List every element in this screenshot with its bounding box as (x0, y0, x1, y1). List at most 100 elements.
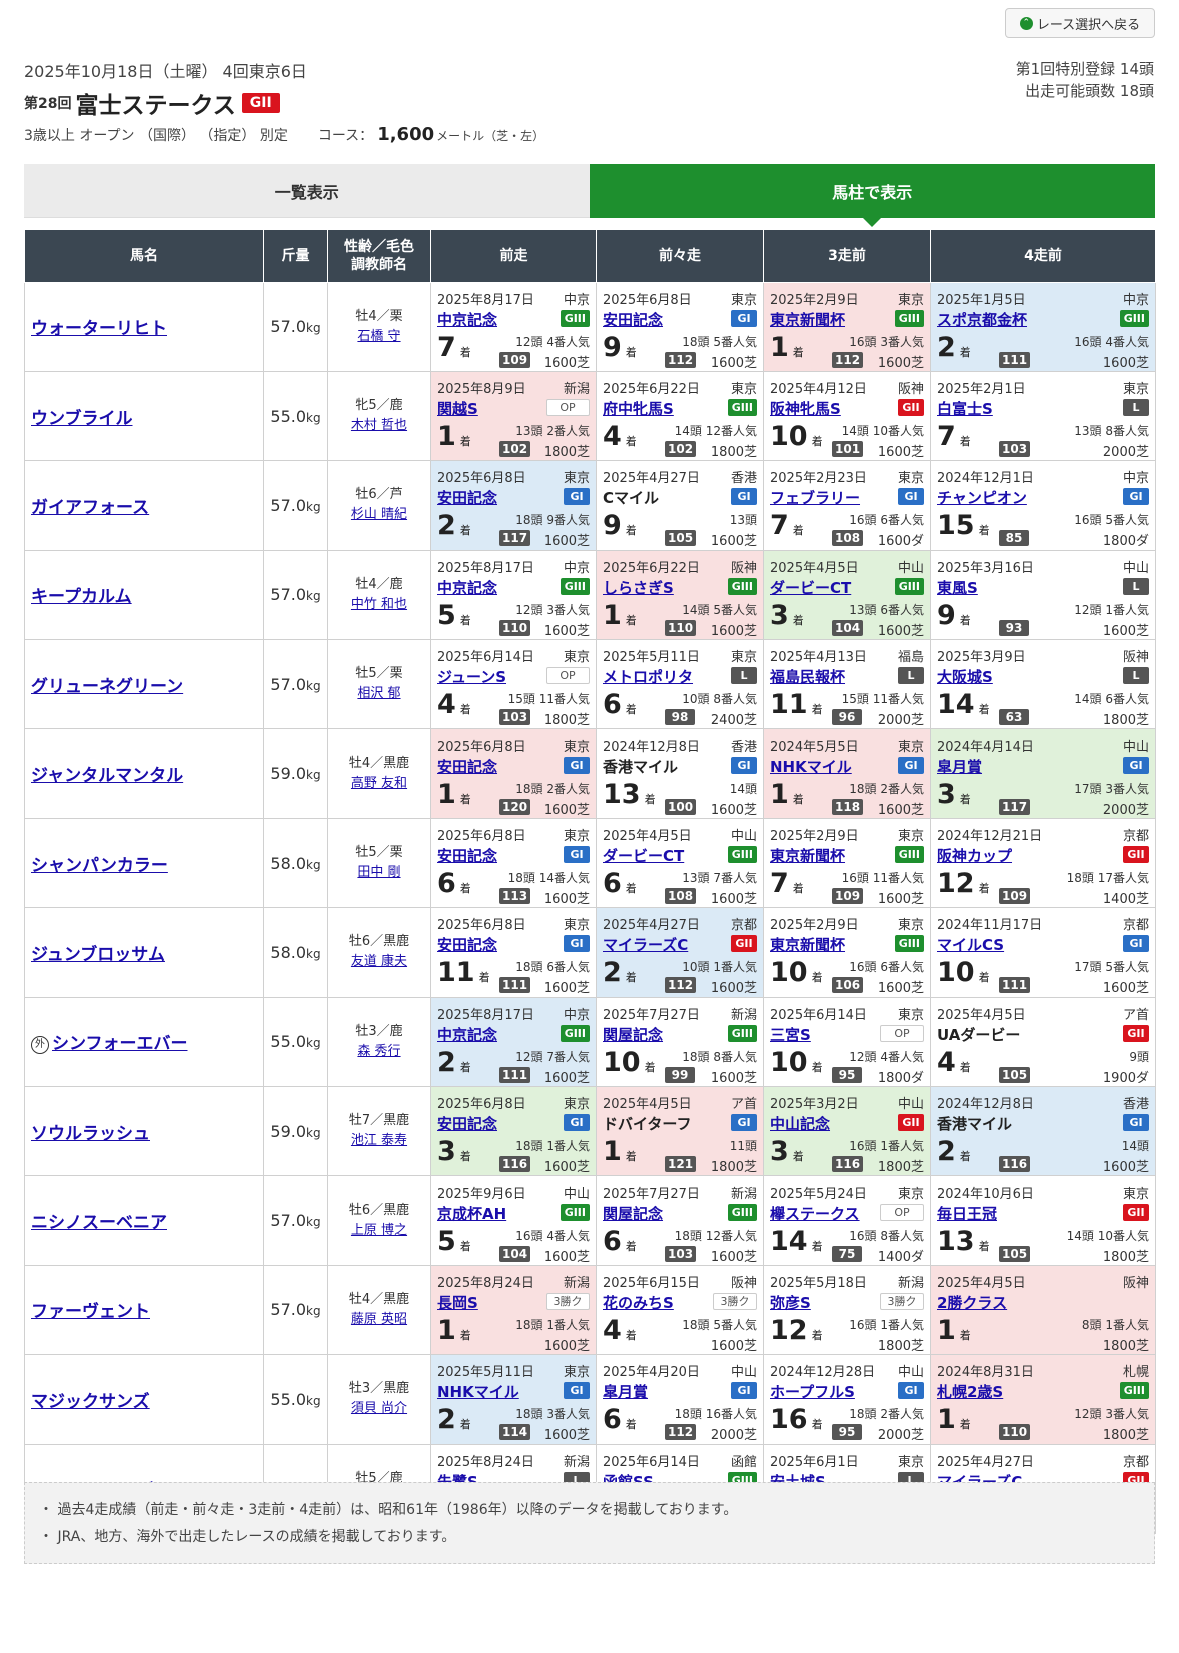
race-name-link[interactable]: 中京記念 (437, 309, 497, 330)
horse-name-link[interactable]: ウンブライル (31, 409, 133, 429)
race-name-link[interactable]: 安田記念 (603, 309, 663, 330)
race-name-link[interactable]: 安田記念 (437, 934, 497, 955)
race-name-link[interactable]: 安田記念 (437, 756, 497, 777)
finish-unit: 着 (644, 1060, 656, 1074)
horse-name-link[interactable]: グリューネグリーン (31, 677, 183, 697)
finish-unit: 着 (959, 435, 971, 449)
race-class: 3歳以上 オープン （国際） （指定） 別定 (24, 128, 288, 144)
horse-name-link[interactable]: ニシノスーベニア (31, 1213, 167, 1233)
race-name-link[interactable]: 京成杯AH (437, 1203, 506, 1224)
past-race: 2025年2月9日 東京 東京新聞杯 GIII 1 着 16頭 3番人気 112 1600芝 (764, 283, 930, 371)
race-name-link[interactable]: NHKマイル (437, 1381, 519, 1402)
race-name-link[interactable]: ホープフルS (770, 1381, 855, 1402)
race-date: 2024年12月28日 (770, 1365, 876, 1381)
horse-name-link[interactable]: シンフォーエバー (52, 1034, 188, 1054)
race-name-link[interactable]: 阪神カップ (937, 845, 1012, 866)
finish-position: 13着 (937, 1225, 990, 1264)
race-name-link[interactable]: 中京記念 (437, 577, 497, 598)
race-name-link[interactable]: 大阪城S (937, 666, 993, 687)
horse-name-link[interactable]: ジュンブロッサム (31, 945, 165, 965)
race-name-link[interactable]: 東京新聞杯 (770, 845, 845, 866)
trainer-link[interactable]: 高野 友和 (351, 776, 407, 791)
race-name-link[interactable]: 長岡S (437, 1292, 478, 1313)
finish-unit: 着 (625, 1150, 637, 1164)
weight-value: 58.0 (270, 853, 307, 873)
trainer-link[interactable]: 中竹 和也 (351, 597, 407, 612)
trainer-link[interactable]: 木村 哲也 (351, 418, 407, 433)
race-name-link[interactable]: ダービーCT (770, 577, 851, 598)
horse-name-link[interactable]: キープカルム (31, 587, 132, 607)
race-name-link[interactable]: NHKマイル (770, 756, 852, 777)
horse-name-link[interactable]: ガイアフォース (31, 498, 149, 518)
race-date: 2025年3月9日 (937, 650, 1026, 666)
race-name-link[interactable]: フェブラリー (770, 487, 860, 508)
back-to-race-select-button[interactable]: ⌃ レース選択へ戻る (1005, 8, 1155, 38)
tab-list-view[interactable]: 一覧表示 (24, 164, 590, 218)
race-name-link[interactable]: 中山記念 (770, 1113, 830, 1134)
race-date: 2025年8月17日 (437, 292, 534, 308)
finish-number: 10 (603, 1046, 641, 1078)
race-name-link[interactable]: 欅ステークス (770, 1203, 860, 1224)
race-name-link[interactable]: 2勝クラス (937, 1292, 1007, 1313)
race-name-link[interactable]: 東風S (937, 577, 978, 598)
race-name-link[interactable]: 中京記念 (437, 1024, 497, 1045)
trainer-link[interactable]: 杉山 晴紀 (351, 507, 407, 522)
race-name-link[interactable]: チャンピオン (937, 487, 1027, 508)
horse-name-link[interactable]: ソウルラッシュ (31, 1124, 150, 1144)
finish-unit: 着 (959, 613, 971, 627)
race-name-link[interactable]: スポ京都金杯 (937, 309, 1027, 330)
race-name-link[interactable]: 東京新聞杯 (770, 934, 845, 955)
trainer-link[interactable]: 森 秀行 (357, 1044, 400, 1059)
race-date: 2025年5月11日 (437, 1365, 534, 1381)
race-name-link[interactable]: 皐月賞 (937, 756, 982, 777)
col-header-sex: 性齢／毛色 調教師名 (327, 230, 431, 283)
race-name-link[interactable]: 関屋記念 (603, 1203, 663, 1224)
weight-cell: 55.0kg (263, 996, 328, 1088)
race-name-link[interactable]: ダービーCT (603, 845, 684, 866)
sex-age-color: 牡5／栗 (355, 666, 403, 682)
race-name-link[interactable]: 花のみちS (603, 1292, 674, 1313)
horse-name-link[interactable]: ファーヴェント (31, 1302, 150, 1322)
finish-position: 6着 (437, 867, 471, 906)
col-header-sex-line2: 調教師名 (351, 256, 407, 273)
weight-unit: kg (306, 1036, 321, 1051)
race-name-link[interactable]: メトロポリタ (603, 666, 693, 687)
race-name-link[interactable]: ジューンS (437, 666, 506, 687)
trainer-link[interactable]: 相沢 郁 (357, 686, 400, 701)
table-row: ファーヴェント 57.0kg 牡4／黒鹿 藤原 英昭 2025年8月24日 新潟 長岡S 3勝… (24, 1264, 1156, 1356)
race-name-link[interactable]: 安田記念 (437, 1113, 497, 1134)
race-name-link[interactable]: 関越S (437, 398, 478, 419)
race-name-link[interactable]: 福島民報杯 (770, 666, 845, 687)
race-name-link[interactable]: 府中牝馬S (603, 398, 674, 419)
trainer-link[interactable]: 石橋 守 (357, 329, 400, 344)
race-name-link[interactable]: 札幌2歳S (937, 1381, 1003, 1402)
race-venue: 中京 (1122, 471, 1149, 487)
trainer-link[interactable]: 友道 康夫 (351, 954, 407, 969)
horse-name-link[interactable]: シャンパンカラー (31, 856, 168, 876)
race-name-link[interactable]: 毎日王冠 (937, 1203, 997, 1224)
past-race-cell: 2025年4月20日 中山 皐月賞 GI 6 着 18頭 16番人気 112 2000芝 (596, 1354, 764, 1445)
race-name-link[interactable]: 阪神牝馬S (770, 398, 841, 419)
race-name-link[interactable]: マイラーズC (603, 934, 688, 955)
race-name-link[interactable]: 皐月賞 (603, 1381, 648, 1402)
horse-name-link[interactable]: ウォーターリヒト (31, 319, 167, 339)
race-name-link[interactable]: 関屋記念 (603, 1024, 663, 1045)
race-name-link[interactable]: 安田記念 (437, 845, 497, 866)
race-name-link[interactable]: マイルCS (937, 934, 1004, 955)
trainer-link[interactable]: 上原 博之 (351, 1223, 407, 1238)
trainer-link[interactable]: 藤原 英昭 (351, 1312, 407, 1327)
horse-name-link[interactable]: ジャンタルマンタル (31, 766, 183, 786)
trainer-link[interactable]: 池江 泰寿 (351, 1133, 407, 1148)
horse-name-link[interactable]: マジックサンズ (31, 1392, 150, 1412)
race-name-link[interactable]: 東京新聞杯 (770, 309, 845, 330)
race-name-link[interactable]: 白富士S (937, 398, 993, 419)
tab-horse-column-view[interactable]: 馬柱で表示 (589, 164, 1155, 227)
race-name-link[interactable]: 弥彦S (770, 1292, 811, 1313)
race-name-link[interactable]: 三宮S (770, 1024, 811, 1045)
race-venue: 阪神 (730, 1275, 757, 1291)
trainer-link[interactable]: 須貝 尚介 (351, 1401, 407, 1416)
trainer-link[interactable]: 田中 剛 (357, 865, 400, 880)
race-date: 2025年2月9日 (770, 829, 859, 845)
race-name-link[interactable]: しらさぎS (603, 577, 674, 598)
race-name-link[interactable]: 安田記念 (437, 487, 497, 508)
